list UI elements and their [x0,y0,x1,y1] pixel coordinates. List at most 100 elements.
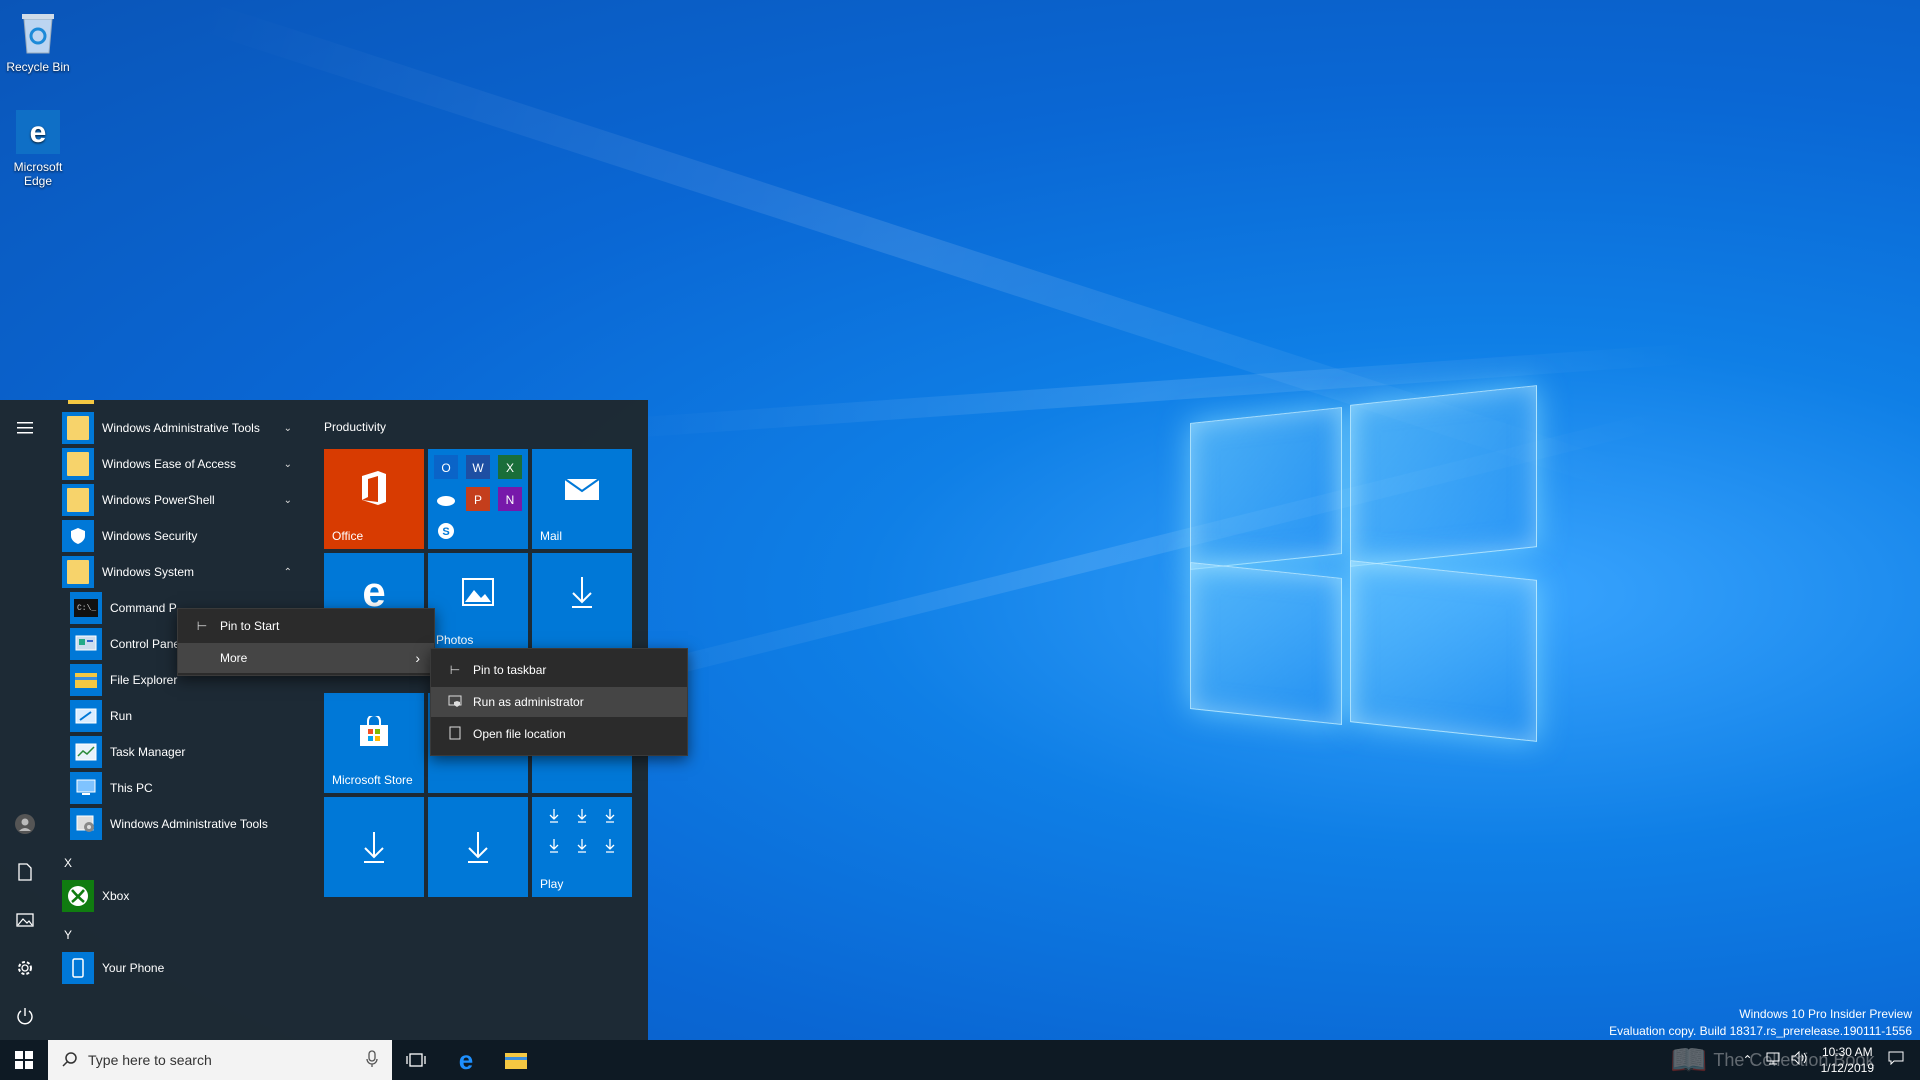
edge-icon: e [459,1048,473,1072]
tile-office[interactable]: Office [324,449,424,549]
outlook-icon: O [434,455,458,482]
svg-text:e: e [30,116,47,149]
file-explorer-icon [505,1053,527,1069]
menu-item-pin-to-taskbar[interactable]: ⊢ Pin to taskbar [431,655,687,685]
folder-icon [445,726,465,743]
app-this-pc[interactable]: This PC [70,771,302,805]
pin-icon: ⊢ [449,663,461,677]
svg-text:e: e [459,1048,473,1072]
svg-text:e: e [362,572,385,612]
folder-icon [62,412,94,444]
app-windows-security[interactable]: Windows Security [62,519,302,553]
hamburger-icon[interactable] [0,408,50,448]
chevron-right-icon: › [415,650,420,666]
context-menu: ⊢ Pin to Start More › [177,608,435,676]
word-icon: W [466,455,490,482]
svg-text:W: W [472,461,484,475]
task-view-icon [406,1053,426,1067]
svg-text:S: S [442,526,449,538]
app-windows-administrative-tools-2[interactable]: Windows Administrative Tools [70,807,302,841]
pictures-icon[interactable] [0,900,50,940]
shield-icon [62,520,94,552]
chevron-up-icon: ⌃ [283,566,292,578]
tile-photos[interactable]: Photos [428,553,528,653]
menu-item-pin-to-start[interactable]: ⊢ Pin to Start [178,611,434,641]
desktop-watermark: Windows 10 Pro Insider Preview Evaluatio… [1609,1006,1912,1040]
recycle-bin-icon [14,8,62,56]
folder-icon [62,484,94,516]
tile-microsoft-store[interactable]: Microsoft Store [324,693,424,793]
menu-item-open-file-location[interactable]: Open file location [431,719,687,749]
excel-icon: X [498,455,522,482]
documents-icon[interactable] [0,852,50,892]
file-explorer-icon [70,664,102,696]
menu-item-more[interactable]: More › [178,643,434,673]
search-icon [62,1051,78,1070]
tile-mail[interactable]: Mail [532,449,632,549]
collection-book-overlay: 📖 The Collection Book [1670,1043,1875,1077]
windows-start-icon [15,1051,33,1069]
start-button[interactable] [0,1040,48,1080]
svg-text:C:\_: C:\_ [77,604,96,613]
watermark-edition: Windows 10 Pro Insider Preview [1739,1007,1912,1021]
powerpoint-icon: P [466,487,490,514]
mail-icon [532,449,632,527]
download-arrow-icon [532,553,632,631]
task-view-button[interactable] [392,1040,440,1080]
app-list-letter-header[interactable]: X [64,856,72,870]
app-windows-system[interactable]: Windows System ⌃ [62,555,302,589]
svg-text:P: P [474,493,482,507]
tile-play-folder[interactable]: Play [532,797,632,897]
computer-icon [70,772,102,804]
office-icon [324,449,424,527]
download-arrow-icon [540,805,624,869]
tile-download-2[interactable] [324,797,424,897]
task-manager-icon [70,736,102,768]
tile-download-3[interactable] [428,797,528,897]
onedrive-icon [434,487,458,514]
start-rail [0,400,50,1040]
chevron-down-icon: ⌄ [283,458,292,470]
tile-office-apps-folder[interactable]: O W X P N S [428,449,528,549]
run-icon [70,700,102,732]
app-list-letter-header[interactable]: Y [64,928,72,942]
photos-icon [428,553,528,631]
app-windows-ease-of-access[interactable]: Windows Ease of Access ⌄ [62,447,302,481]
taskbar-edge-button[interactable]: e [442,1040,490,1080]
phone-icon [62,952,94,984]
chevron-down-icon: ⌄ [283,494,292,506]
taskbar-file-explorer-button[interactable] [492,1040,540,1080]
taskbar: Type here to search e ⌃ 10:30 AM 1/12/20… [0,1040,1920,1080]
folder-icon [62,556,94,588]
app-task-manager[interactable]: Task Manager [70,735,302,769]
desktop-icon-edge[interactable]: e Microsoft Edge [0,108,76,188]
onenote-icon: N [498,487,522,514]
download-arrow-icon [324,797,424,897]
microphone-icon[interactable] [366,1049,378,1071]
app-windows-powershell[interactable]: Windows PowerShell ⌄ [62,483,302,517]
app-xbox[interactable]: Xbox [62,879,302,913]
app-windows-administrative-tools[interactable]: Windows Administrative Tools ⌄ [62,411,302,445]
desktop-icon-recycle-bin[interactable]: Recycle Bin [0,8,76,74]
svg-text:N: N [506,493,515,507]
submenu: ⊢ Pin to taskbar Run as administrator Op… [430,648,688,756]
tile-group-header[interactable]: Productivity [324,420,386,434]
tile-download-1[interactable] [532,553,632,653]
pin-icon: ⊢ [196,619,208,633]
search-placeholder: Type here to search [88,1052,212,1068]
action-center-icon[interactable] [1888,1051,1904,1070]
power-icon[interactable] [0,996,50,1036]
taskbar-search-box[interactable]: Type here to search [48,1040,392,1080]
app-run[interactable]: Run [70,699,302,733]
menu-item-run-as-administrator[interactable]: Run as administrator [431,687,687,717]
app-your-phone[interactable]: Your Phone [62,951,302,985]
watermark-build: Evaluation copy. Build 18317.rs_prerelea… [1609,1024,1912,1038]
skype-icon: S [434,519,458,546]
app-list: Windows Administrative Tools ⌄ Windows E… [58,400,308,1040]
settings-gear-icon[interactable] [0,948,50,988]
xbox-icon [62,880,94,912]
command-prompt-icon: C:\_ [70,592,102,624]
admin-tools-icon [70,808,102,840]
user-avatar-icon[interactable] [0,804,50,844]
desktop-icon-label: Microsoft Edge [13,160,63,188]
